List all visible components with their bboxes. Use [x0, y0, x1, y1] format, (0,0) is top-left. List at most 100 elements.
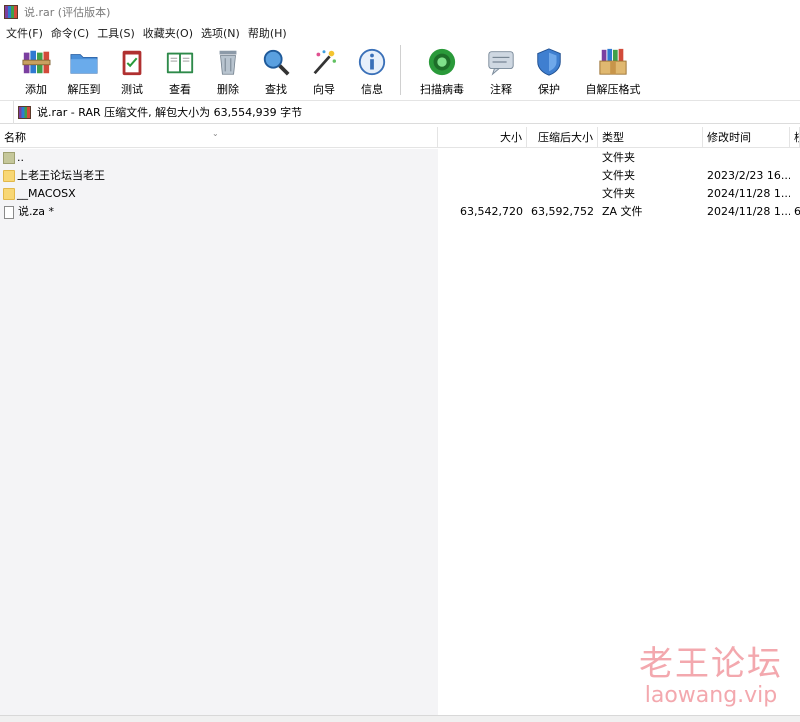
protect-label: 保护: [538, 83, 560, 96]
file-type: ZA 文件: [602, 205, 643, 218]
view-label: 查看: [169, 83, 191, 96]
menu-help[interactable]: 帮助(H): [244, 25, 291, 41]
file-type: 文件夹: [602, 169, 635, 182]
address-text: 说.rar - RAR 压缩文件, 解包大小为 63,554,939 字节: [37, 106, 303, 119]
file-name-cell: 说.za *: [0, 203, 438, 221]
file-crc: [790, 167, 800, 185]
column-size[interactable]: 大小: [438, 127, 527, 148]
file-packed-size: [527, 185, 598, 203]
info-icon: [358, 48, 386, 76]
virus-scan-button[interactable]: 扫描病毒: [407, 43, 477, 97]
folder-icon: [3, 170, 15, 182]
menu-commands[interactable]: 命令(C): [47, 25, 93, 41]
sfx-label: 自解压格式: [585, 83, 641, 96]
column-header: 名称 ⌄ 大小 压缩后大小 类型 修改时间 校: [0, 127, 800, 148]
view-button[interactable]: 查看: [156, 43, 204, 97]
file-row[interactable]: 上老王论坛当老王 文件夹 2023/2/23 16...: [0, 167, 800, 185]
column-crc[interactable]: 校: [790, 127, 800, 148]
column-name[interactable]: 名称 ⌄: [0, 127, 438, 148]
wizard-button[interactable]: 向导: [300, 43, 348, 97]
file-name: 说.za *: [18, 205, 55, 218]
file-type: 文件夹: [602, 151, 635, 164]
extract-folder-icon: [70, 54, 98, 74]
file-name-cell: __MACOSX: [0, 185, 438, 203]
document-icon: [4, 205, 14, 219]
wizard-label: 向导: [313, 83, 335, 96]
sfx-box-icon: [599, 48, 627, 75]
file-size: [438, 185, 527, 203]
address-bar: 说.rar - RAR 压缩文件, 解包大小为 63,554,939 字节: [0, 100, 800, 124]
file-size: 63,542,720: [460, 205, 523, 218]
info-button[interactable]: 信息: [348, 43, 396, 97]
extract-to-label: 解压到: [67, 83, 101, 96]
comment-icon: [488, 51, 514, 76]
find-button[interactable]: 查找: [252, 43, 300, 97]
find-label: 查找: [265, 83, 287, 96]
file-crc: [790, 149, 800, 167]
protect-button[interactable]: 保护: [525, 43, 573, 97]
file-row[interactable]: 说.za * 63,542,720 63,592,752 ZA 文件 2024/…: [0, 203, 800, 221]
file-crc: 6: [794, 205, 800, 218]
column-name-label: 名称: [4, 131, 26, 144]
magnifier-icon: [263, 49, 290, 76]
file-packed-size: [527, 149, 598, 167]
open-book-icon: [166, 52, 194, 74]
comment-label: 注释: [490, 83, 512, 96]
clipboard-check-icon: [122, 50, 142, 76]
file-packed-size: 63,592,752: [531, 205, 594, 218]
info-label: 信息: [361, 83, 383, 96]
up-folder-button[interactable]: [0, 100, 14, 124]
delete-label: 删除: [217, 83, 239, 96]
sfx-button[interactable]: 自解压格式: [573, 43, 653, 97]
file-packed-size: [527, 167, 598, 185]
column-type[interactable]: 类型: [598, 127, 703, 148]
toolbar: 添加 解压到 测试 查看 删除 查找 向导 信息 扫描病毒 注释 保护 自解压格…: [0, 43, 800, 101]
archive-books-icon: [22, 50, 51, 74]
file-modified: 2024/11/28 1...: [707, 187, 790, 200]
file-name: ..: [17, 151, 24, 164]
menu-options[interactable]: 选项(N): [197, 25, 244, 41]
sort-caret-icon: ⌄: [212, 129, 219, 138]
file-row[interactable]: __MACOSX 文件夹 2024/11/28 1...: [0, 185, 800, 203]
file-modified: [703, 149, 790, 167]
name-column-background: [0, 149, 438, 715]
file-list: .. 文件夹 上老王论坛当老王 文件夹 2023/2/23 16... __MA…: [0, 149, 800, 715]
file-type: 文件夹: [602, 187, 635, 200]
magic-wand-icon: [313, 50, 336, 75]
folder-icon: [3, 188, 15, 200]
file-size: [438, 167, 527, 185]
comment-button[interactable]: 注释: [477, 43, 525, 97]
shield-icon: [537, 48, 561, 76]
menu-tools[interactable]: 工具(S): [93, 25, 139, 41]
title-bar: 说.rar (评估版本): [0, 0, 800, 24]
file-size: [438, 149, 527, 167]
file-modified: 2023/2/23 16...: [707, 169, 790, 182]
file-name-cell: ..: [0, 149, 438, 167]
file-name: __MACOSX: [17, 187, 76, 200]
file-modified: 2024/11/28 1...: [707, 205, 790, 218]
status-bar: [0, 715, 800, 722]
winrar-app-icon: [4, 5, 18, 19]
column-packed-size[interactable]: 压缩后大小: [527, 127, 598, 148]
parent-folder-icon: [3, 152, 15, 164]
toolbar-separator: [400, 45, 401, 95]
window-title: 说.rar (评估版本): [24, 6, 111, 19]
test-label: 测试: [121, 83, 143, 96]
menu-file[interactable]: 文件(F): [2, 25, 47, 41]
add-button[interactable]: 添加: [12, 43, 60, 97]
add-label: 添加: [25, 83, 47, 96]
file-row-parent[interactable]: .. 文件夹: [0, 149, 800, 167]
extract-to-button[interactable]: 解压到: [60, 43, 108, 97]
menu-bar: 文件(F) 命令(C) 工具(S) 收藏夹(O) 选项(N) 帮助(H): [0, 24, 800, 42]
virus-scan-label: 扫描病毒: [420, 83, 464, 96]
file-name-cell: 上老王论坛当老王: [0, 167, 438, 185]
file-crc: [790, 185, 800, 203]
column-modified[interactable]: 修改时间: [703, 127, 790, 148]
delete-button[interactable]: 删除: [204, 43, 252, 97]
virus-scan-icon: [428, 48, 456, 76]
rar-archive-icon: [18, 105, 31, 119]
menu-favorites[interactable]: 收藏夹(O): [139, 25, 197, 41]
test-button[interactable]: 测试: [108, 43, 156, 97]
trash-can-icon: [219, 50, 237, 75]
file-name: 上老王论坛当老王: [17, 169, 105, 182]
